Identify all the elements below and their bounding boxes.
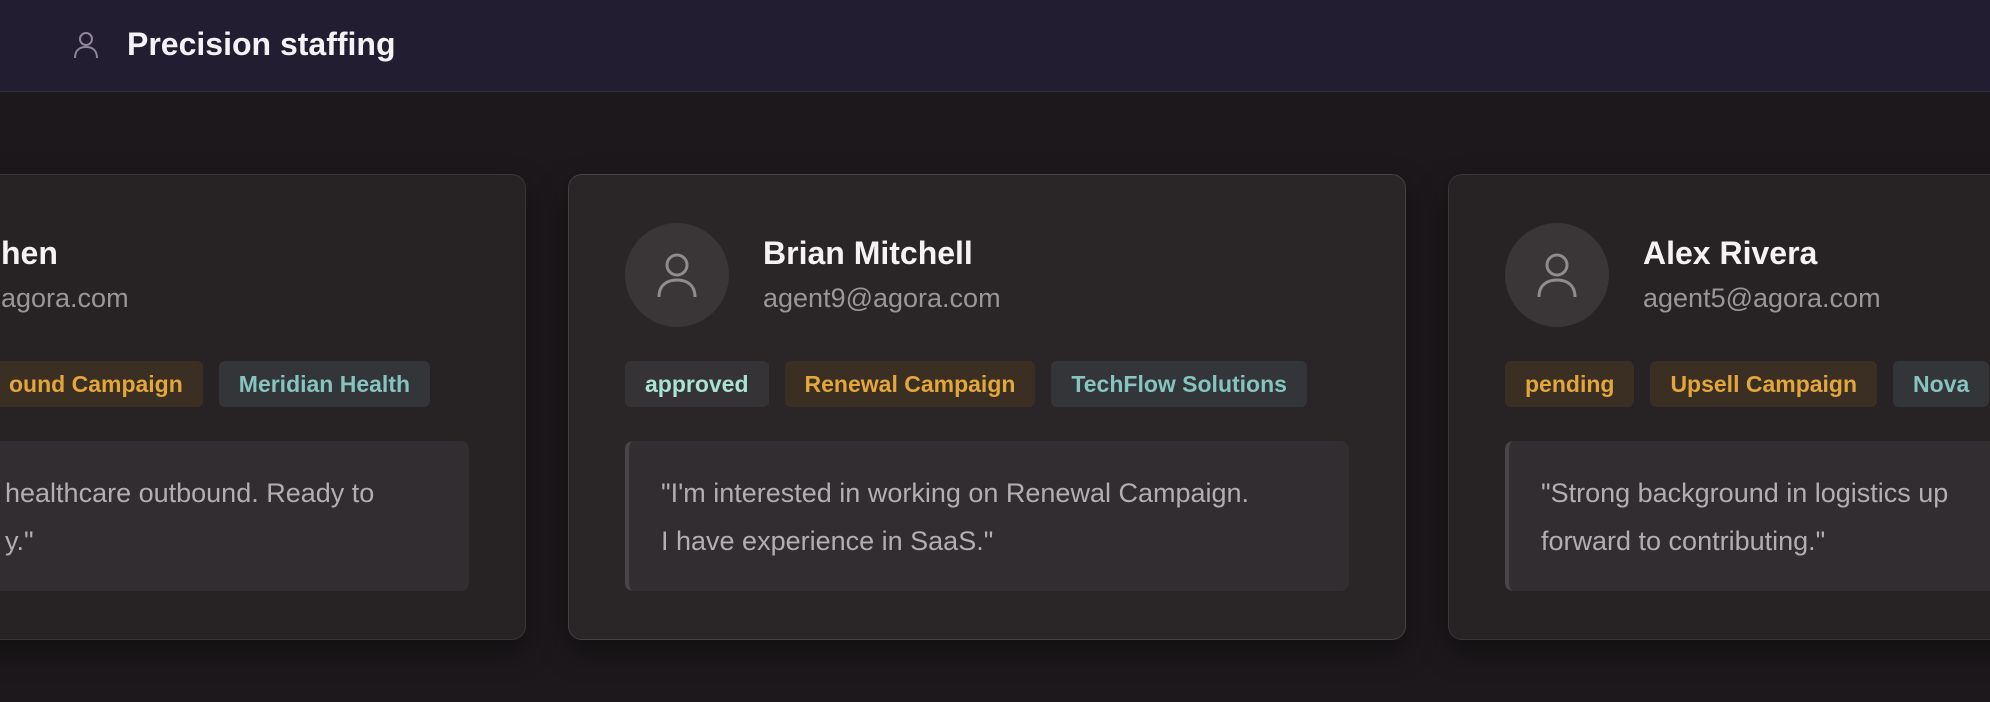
campaign-badge: Renewal Campaign [784, 361, 1036, 407]
agent-name: Brian Mitchell [763, 235, 973, 271]
user-icon [657, 253, 697, 298]
agent-email: agora.com [1, 283, 129, 313]
tag-list: pending Upsell Campaign Nova [1505, 361, 1990, 407]
client-badge: Nova [1893, 361, 1990, 407]
agent-email: agent9@agora.com [763, 283, 1001, 313]
client-badge: Meridian Health [218, 361, 431, 407]
avatar [1505, 223, 1609, 327]
quote-line: "Strong background in logistics up [1541, 478, 1949, 508]
status-badge: approved [625, 361, 769, 407]
status-badge: pending [1505, 361, 1635, 407]
tag-list: ound Campaign Meridian Health [0, 361, 431, 407]
user-icon [1537, 253, 1577, 298]
user-icon [74, 32, 98, 59]
application-quote: healthcare outbound. Ready to y." [0, 441, 469, 591]
avatar [625, 223, 729, 327]
application-quote: "I'm interested in working on Renewal Ca… [625, 441, 1349, 591]
agent-name: hen [1, 235, 58, 271]
campaign-badge: Upsell Campaign [1650, 361, 1878, 407]
client-badge: TechFlow Solutions [1051, 361, 1307, 407]
quote-line: healthcare outbound. Ready to [5, 478, 375, 508]
campaign-badge: ound Campaign [0, 361, 203, 407]
agent-email: agent5@agora.com [1643, 283, 1881, 313]
page-title: Precision staffing [127, 26, 396, 62]
quote-line: y." [5, 526, 34, 556]
agent-name: Alex Rivera [1643, 235, 1818, 271]
agent-card[interactable]: Alex Rivera agent5@agora.com pending Ups… [1448, 174, 1990, 640]
agent-card[interactable]: hen agora.com ound Campaign Meridian Hea… [0, 174, 526, 640]
quote-line: "I'm interested in working on Renewal Ca… [661, 478, 1250, 508]
quote-line: I have experience in SaaS." [661, 526, 994, 556]
agent-card[interactable]: Brian Mitchell agent9@agora.com approved… [568, 174, 1406, 640]
top-header: Precision staffing [0, 0, 1990, 92]
tag-list: approved Renewal Campaign TechFlow Solut… [625, 361, 1307, 407]
agent-cards-carousel[interactable]: hen agora.com ound Campaign Meridian Hea… [0, 92, 1990, 702]
application-quote: "Strong background in logistics up forwa… [1505, 441, 1990, 591]
quote-line: forward to contributing." [1541, 526, 1826, 556]
